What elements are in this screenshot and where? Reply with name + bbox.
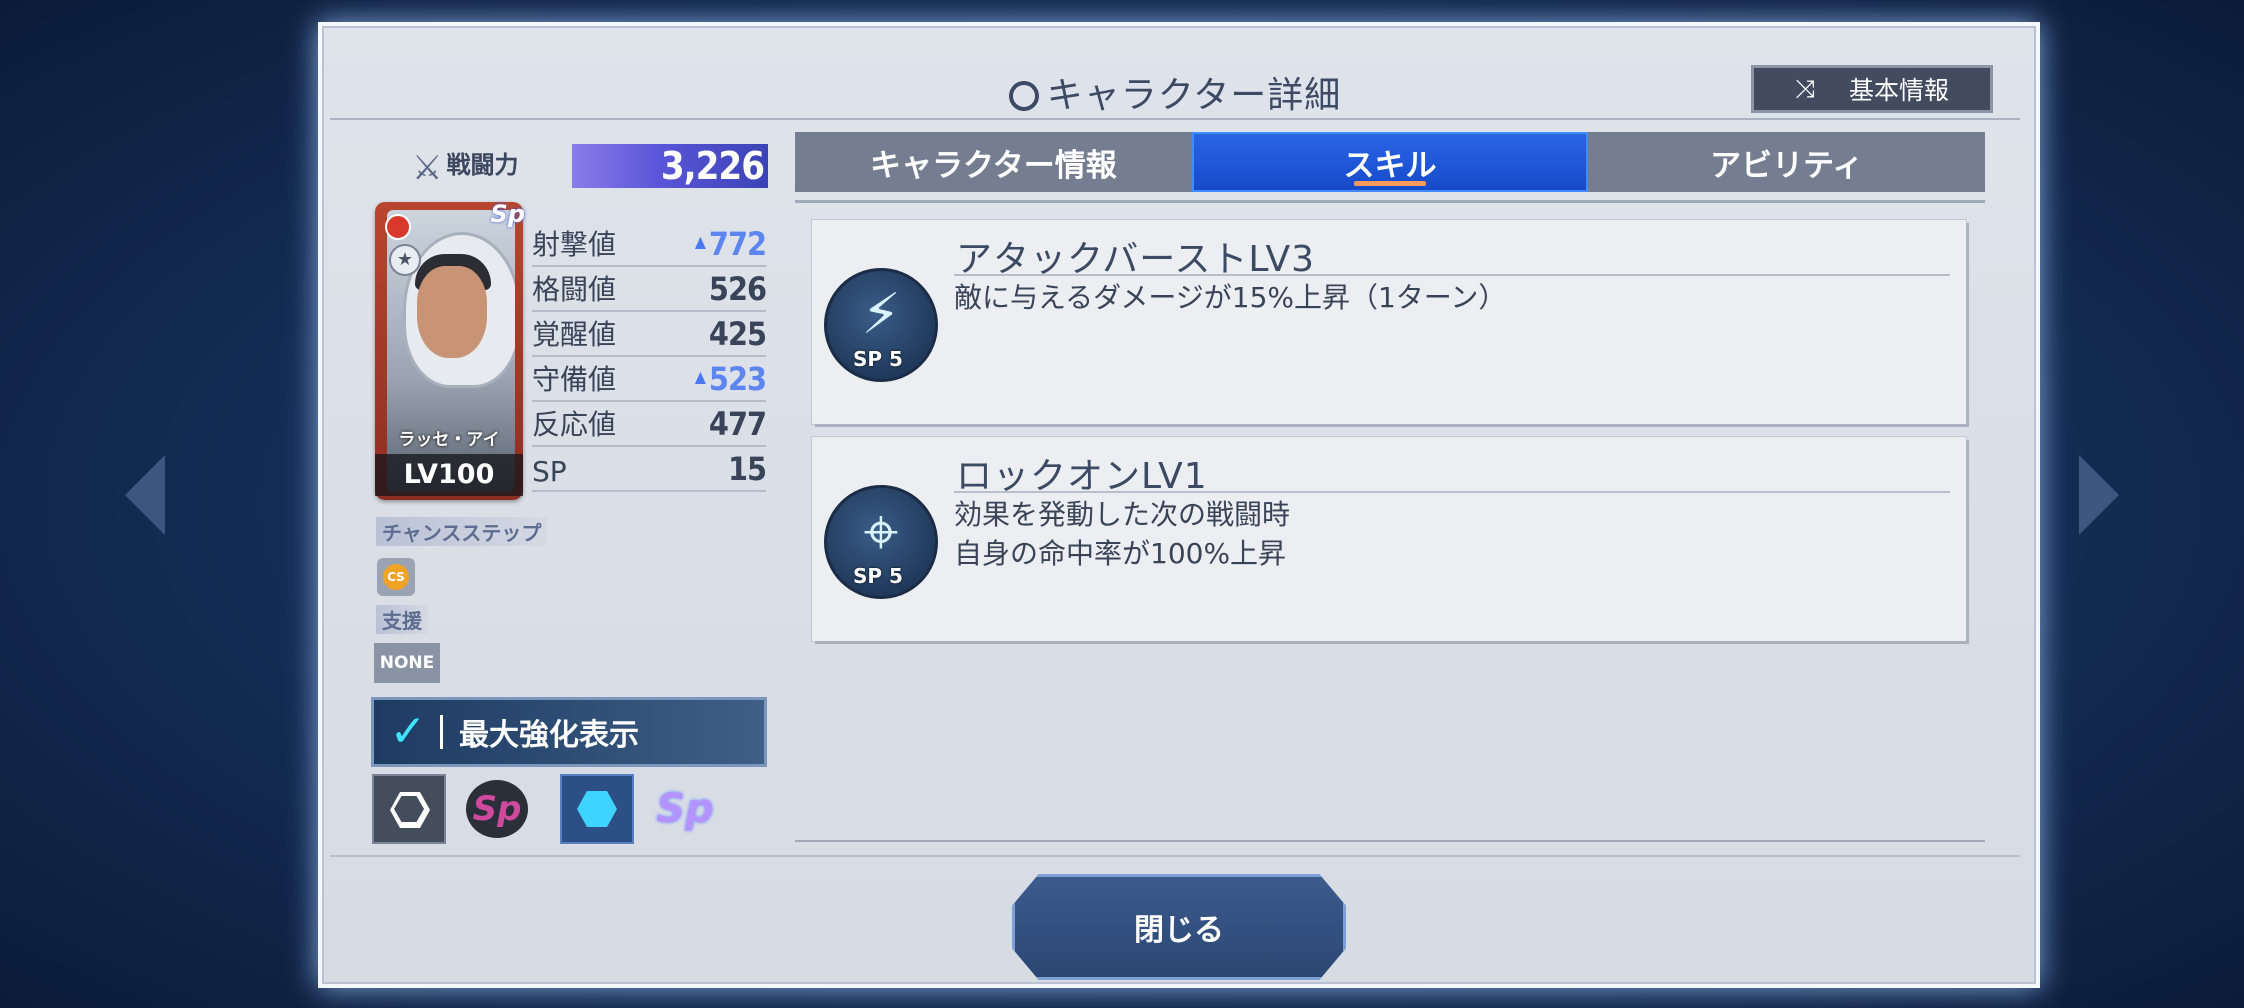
- title-bar: キャラクター詳細 ⤨ 基本情報: [330, 58, 2020, 120]
- tab-character-info[interactable]: キャラクター情報: [795, 132, 1192, 192]
- close-button[interactable]: 閉じる: [1012, 874, 1346, 980]
- skill-icon: ⚡ SP 5: [824, 268, 938, 382]
- sp-dark-icon: Sp: [466, 780, 528, 838]
- basic-info-button[interactable]: ⤨ 基本情報: [1754, 68, 1990, 110]
- sp-color-icon: Sp: [656, 786, 714, 832]
- max-enhance-label: 最大強化表示: [459, 718, 639, 753]
- tab-label: アビリティ: [1710, 147, 1864, 184]
- shuffle-icon: ⤨: [1794, 74, 1815, 103]
- character-card[interactable]: ★ Sp ラッセ・アイ LV100: [375, 200, 525, 500]
- tab-ability[interactable]: アビリティ: [1588, 132, 1985, 192]
- divider: [440, 715, 443, 749]
- sp-badge: Sp: [490, 200, 525, 228]
- stat-row: 反応値 477: [532, 402, 767, 447]
- stat-label: 反応値: [532, 408, 617, 441]
- chance-step-label: チャンスステップ: [376, 517, 548, 546]
- support-label: 支援: [376, 605, 428, 634]
- skill-icon: ⌖ SP 5: [824, 485, 938, 599]
- stat-value: 523: [695, 360, 767, 398]
- tab-skill[interactable]: スキル: [1191, 132, 1589, 192]
- hexagon-outline-button[interactable]: [374, 776, 444, 842]
- power-label: ⚔ 戦闘力: [412, 145, 518, 188]
- stat-row: 覚醒値 425: [532, 312, 767, 357]
- character-level: LV100: [375, 454, 523, 496]
- hexagon-filled-button[interactable]: [562, 776, 632, 842]
- crosshair-icon: ⌖: [863, 495, 899, 568]
- content-bottom-line: [795, 840, 1985, 842]
- character-name: ラッセ・アイ: [398, 430, 500, 450]
- footer-line: [330, 855, 2020, 857]
- stat-value: 425: [708, 315, 767, 353]
- stat-value: 526: [708, 270, 767, 308]
- close-button-label: 閉じる: [1134, 913, 1224, 948]
- stat-row: 格闘値 526: [532, 267, 767, 312]
- skill-divider: [954, 491, 1950, 493]
- cs-coin-icon[interactable]: CS: [377, 558, 415, 596]
- stat-label: SP: [532, 455, 567, 488]
- skill-cost: SP 5: [853, 347, 903, 371]
- hexagon-filled-icon: [577, 791, 617, 827]
- sp-dark-button[interactable]: Sp: [462, 776, 532, 842]
- hexagon-outline-icon: [390, 792, 430, 828]
- stats-list: 射撃値 772 格闘値 526 覚醒値 425 守備値 523 反応値 477 SP 15: [532, 222, 767, 492]
- power-value: 3,226: [660, 144, 765, 188]
- character-icon: [1008, 81, 1039, 111]
- stat-row: 射撃値 772: [532, 222, 767, 267]
- stat-label: 守備値: [532, 363, 617, 396]
- rocket-rank-icon: [385, 214, 411, 240]
- skill-divider: [954, 274, 1950, 276]
- checkmark-icon: ✓: [389, 706, 427, 757]
- skill-card[interactable]: ⌖ SP 5 ロックオンLV1 効果を発動した次の戦闘時 自身の命中率が100%…: [812, 437, 1966, 641]
- cs-coin-text: CS: [383, 564, 409, 590]
- support-value: NONE: [374, 643, 440, 683]
- skill-description: 敵に与えるダメージが15%上昇（1ターン）: [954, 281, 1507, 314]
- stat-value: 477: [708, 405, 767, 443]
- tab-bar: キャラクター情報 スキル アビリティ: [795, 132, 1985, 192]
- star-icon: ★: [389, 244, 421, 276]
- stat-value: 772: [695, 225, 767, 263]
- power-bar: 3,226: [572, 144, 768, 188]
- lightning-icon: ⚡: [861, 282, 901, 347]
- stat-row: SP 15: [532, 447, 767, 492]
- basic-info-label: 基本情報: [1849, 76, 1950, 105]
- tab-underline: [795, 200, 1985, 203]
- page-title-text: キャラクター詳細: [1046, 75, 1342, 116]
- prev-arrow-icon[interactable]: [125, 455, 165, 535]
- skill-cost: SP 5: [853, 564, 903, 588]
- stat-value: 15: [727, 450, 767, 488]
- crossed-swords-icon: ⚔: [412, 148, 443, 188]
- skill-card[interactable]: ⚡ SP 5 アタックバーストLV3 敵に与えるダメージが15%上昇（1ターン）: [812, 220, 1966, 424]
- stat-label: 格闘値: [532, 273, 617, 306]
- face: [417, 266, 487, 358]
- skill-description: 効果を発動した次の戦闘時 自身の命中率が100%上昇: [954, 498, 1291, 570]
- power-label-text: 戦闘力: [446, 151, 519, 179]
- tab-label: スキル: [1343, 147, 1437, 184]
- tab-label: キャラクター情報: [869, 147, 1117, 184]
- sp-color-button[interactable]: Sp: [650, 776, 720, 842]
- next-arrow-icon[interactable]: [2079, 455, 2119, 535]
- stat-label: 射撃値: [532, 228, 617, 261]
- max-enhance-toggle[interactable]: ✓ 最大強化表示: [374, 700, 764, 764]
- stat-label: 覚醒値: [532, 318, 617, 351]
- stat-row: 守備値 523: [532, 357, 767, 402]
